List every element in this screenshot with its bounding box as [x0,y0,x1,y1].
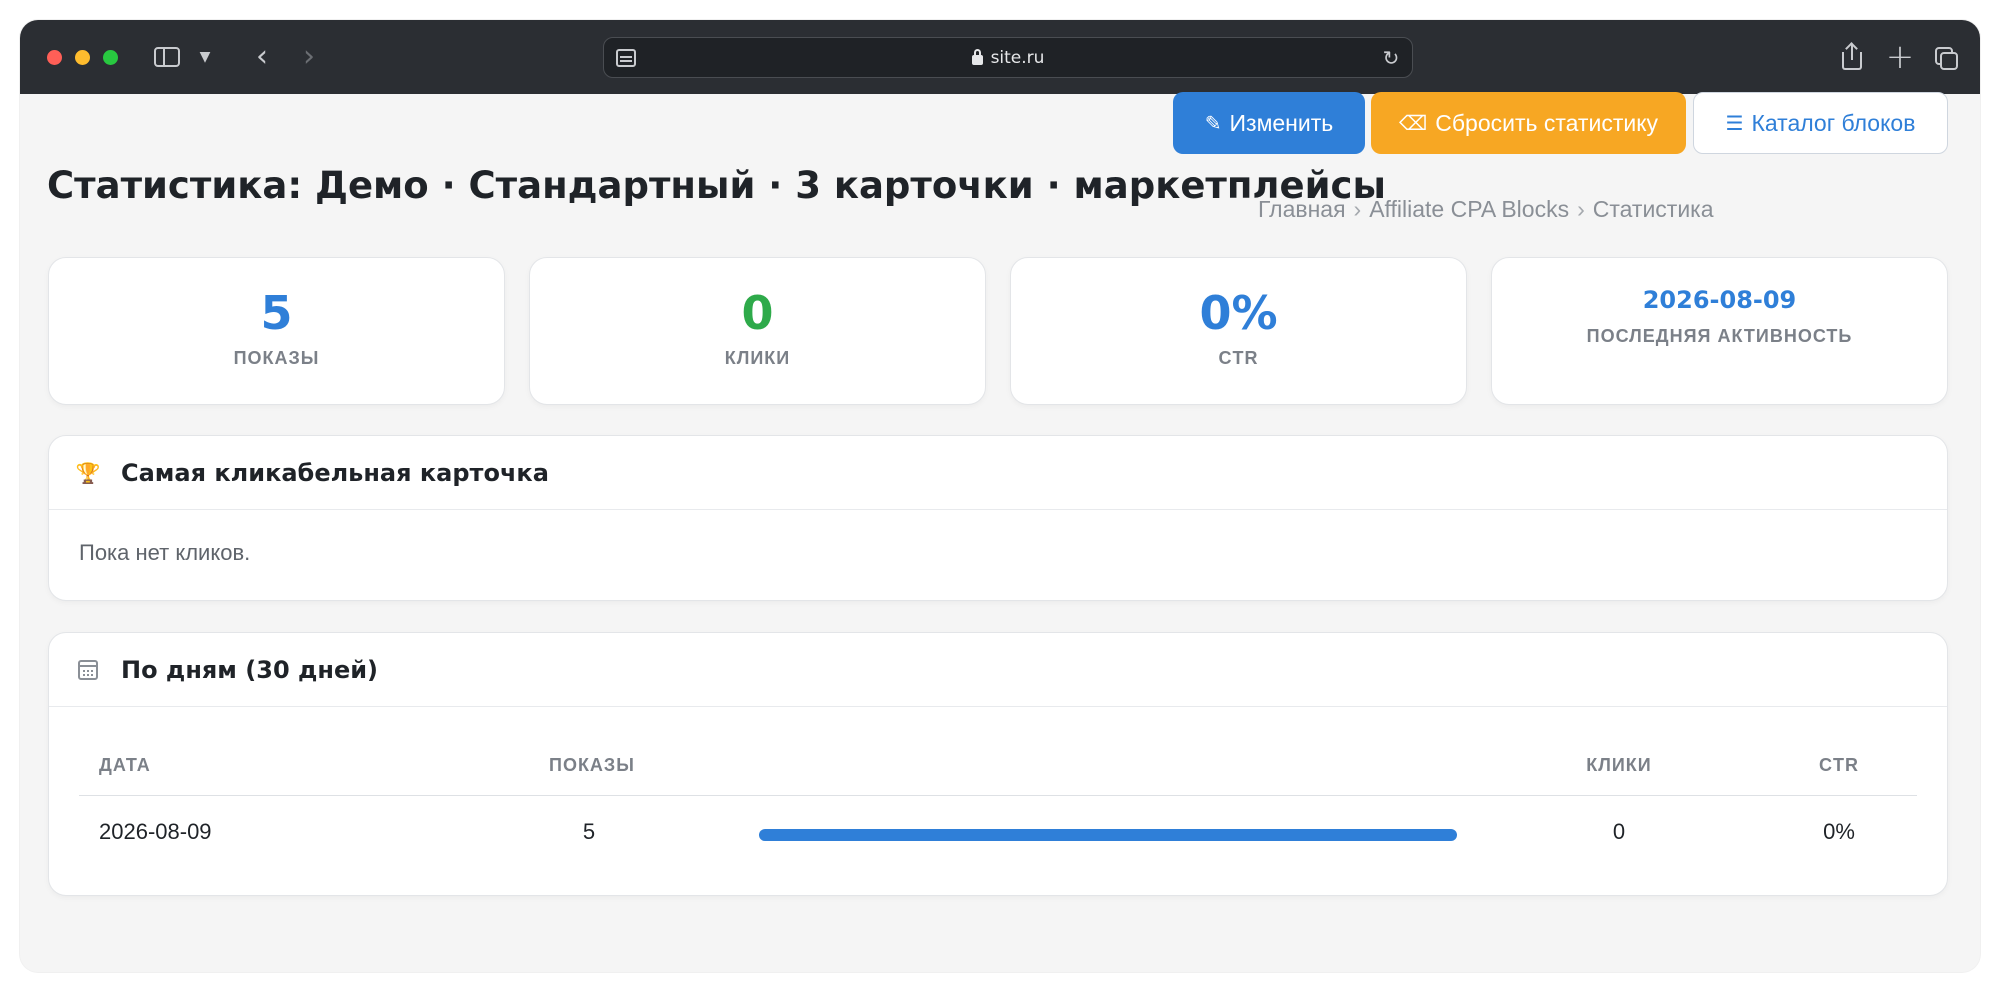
chevron-down-icon[interactable]: ▼ [196,47,214,67]
calendar-icon [77,659,99,681]
browser-toolbar: ▼ ‹ › site.ru ↻ + [20,20,1980,94]
stat-label: CTR [1218,348,1259,368]
back-arrow-icon[interactable]: ‹ [250,42,274,72]
daily-stats-panel: По дням (30 дней) ДАТА ПОКАЗЫ КЛИКИ CTR … [48,632,1948,896]
panel-title: Самая кликабельная карточка [121,458,549,487]
list-icon: ☰ [1725,112,1744,135]
breadcrumb-separator: › [1353,196,1362,222]
stat-card-ctr: 0% CTR [1010,257,1467,405]
minimize-window-button[interactable] [75,50,90,65]
catalog-button[interactable]: ☰ Каталог блоков [1693,92,1948,154]
breadcrumb-home-link[interactable]: Главная [1258,196,1346,222]
breadcrumb-module-link[interactable]: Affiliate CPA Blocks [1369,196,1569,222]
table-cell-clicks: 0 [1612,819,1626,844]
tab-overview-icon[interactable] [1932,44,1960,72]
new-tab-icon[interactable]: + [1886,40,1915,74]
sidebar-toggle-icon[interactable] [153,45,181,69]
stat-label: ПОКАЗЫ [233,348,320,368]
lock-icon [971,48,983,65]
eraser-icon: ⌫ [1398,112,1428,135]
reset-button-label: Сбросить статистику [1435,109,1659,136]
forward-arrow-icon[interactable]: › [297,42,321,72]
table-cell-date: 2026-08-09 [99,819,212,844]
stat-card-views: 5 ПОКАЗЫ [48,257,505,405]
breadcrumb-separator: › [1577,196,1585,222]
table-cell-ctr: 0% [1823,819,1855,844]
edit-button[interactable]: ✎ Изменить [1173,92,1365,154]
stat-label: ПОСЛЕДНЯЯ АКТИВНОСТЬ [1586,326,1853,346]
pencil-icon: ✎ [1204,112,1222,135]
stat-value: 0% [1199,286,1278,340]
trophy-icon: 🏆 [75,460,101,485]
share-icon[interactable] [1840,42,1864,72]
address-bar[interactable]: site.ru ↻ [603,37,1413,78]
catalog-button-label: Каталог блоков [1751,109,1916,136]
address-text-wrap: site.ru [604,38,1412,77]
reload-icon[interactable]: ↻ [1380,47,1402,69]
reset-stats-button[interactable]: ⌫ Сбросить статистику [1371,92,1686,154]
panel-header: По дням (30 дней) [49,633,1947,707]
table-divider [79,795,1917,796]
column-header-date: ДАТА [99,755,151,775]
zoom-window-button[interactable] [103,50,118,65]
stat-value: 2026-08-09 [1642,286,1797,314]
panel-header: 🏆 Самая кликабельная карточка [49,436,1947,510]
url-text: site.ru [990,47,1045,68]
breadcrumb-current: Статистика [1592,196,1714,222]
column-header-clicks: КЛИКИ [1586,755,1652,775]
page-title: Статистика: Демо · Стандартный · 3 карто… [47,164,1386,207]
stat-card-clicks: 0 КЛИКИ [529,257,986,405]
close-window-button[interactable] [47,50,62,65]
breadcrumb: Главная › Affiliate CPA Blocks › Статистика [1258,196,1714,223]
edit-button-label: Изменить [1229,109,1334,136]
column-header-views: ПОКАЗЫ [549,755,635,775]
stat-card-last-activity: 2026-08-09 ПОСЛЕДНЯЯ АКТИВНОСТЬ [1491,257,1948,405]
top-card-panel: 🏆 Самая кликабельная карточка Пока нет к… [48,435,1948,601]
column-header-ctr: CTR [1819,755,1859,775]
stat-value: 0 [741,286,774,340]
views-bar-fill [759,829,1457,841]
stat-label: КЛИКИ [724,348,791,368]
views-bar [759,829,1457,841]
page-content: ✎ Изменить ⌫ Сбросить статистику ☰ Катал… [20,92,1980,972]
panel-title: По дням (30 дней) [121,655,379,684]
stat-value: 5 [260,286,293,340]
browser-window: ▼ ‹ › site.ru ↻ + ✎ Изменить ⌫ Сбросить … [20,20,1980,972]
table-cell-views: 5 [582,819,596,844]
empty-state-text: Пока нет кликов. [79,540,251,565]
